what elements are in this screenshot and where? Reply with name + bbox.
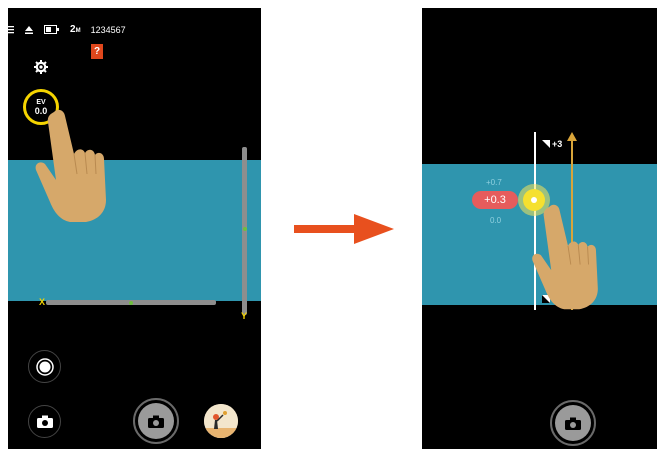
circle-mode-icon: [35, 357, 54, 376]
camera-icon: [36, 415, 53, 428]
battery-icon: [44, 25, 59, 34]
status-bar: 2M 1234567: [8, 24, 126, 35]
camera-switch-button[interactable]: [28, 405, 61, 438]
resolution-indicator: 2M: [70, 24, 81, 35]
up-arrow-icon: [567, 132, 577, 141]
drag-hand-illustration: [532, 204, 598, 310]
ev-step-below: 0.0: [490, 216, 502, 225]
photo-thumbnail-icon: [204, 404, 238, 438]
left-phone-screen: 2M 1234567 ? EV 0.0 X Y: [8, 8, 261, 449]
axis-x-label: X: [39, 297, 46, 307]
shutter-button[interactable]: [133, 398, 179, 444]
ev-max-label: +3: [542, 139, 562, 149]
vertical-level-indicator: [242, 227, 247, 231]
exposure-icon: [542, 140, 550, 148]
shots-remaining: 1234567: [90, 24, 126, 35]
tap-hand-illustration: [35, 109, 106, 222]
menu-icon[interactable]: [8, 25, 14, 34]
ev-current-value: +0.3: [472, 191, 518, 209]
camera-icon: [148, 415, 164, 428]
gallery-thumbnail[interactable]: [204, 404, 238, 438]
right-arrow-icon: [294, 214, 394, 244]
horizontal-level-indicator: [129, 300, 133, 305]
eject-icon: [25, 25, 33, 34]
horizontal-level-bar: [46, 300, 216, 305]
warning-badge: ?: [91, 44, 103, 59]
vertical-level-bar: [242, 147, 247, 315]
ev-step-above: +0.7: [486, 178, 502, 187]
right-phone-screen: +3 -3 +0.7 +0.3 0.0: [422, 8, 657, 449]
axis-y-label: Y: [241, 311, 248, 321]
gear-icon[interactable]: [34, 60, 48, 74]
camera-icon: [565, 417, 581, 430]
shutter-button[interactable]: [550, 400, 596, 446]
mode-button[interactable]: [28, 350, 61, 383]
